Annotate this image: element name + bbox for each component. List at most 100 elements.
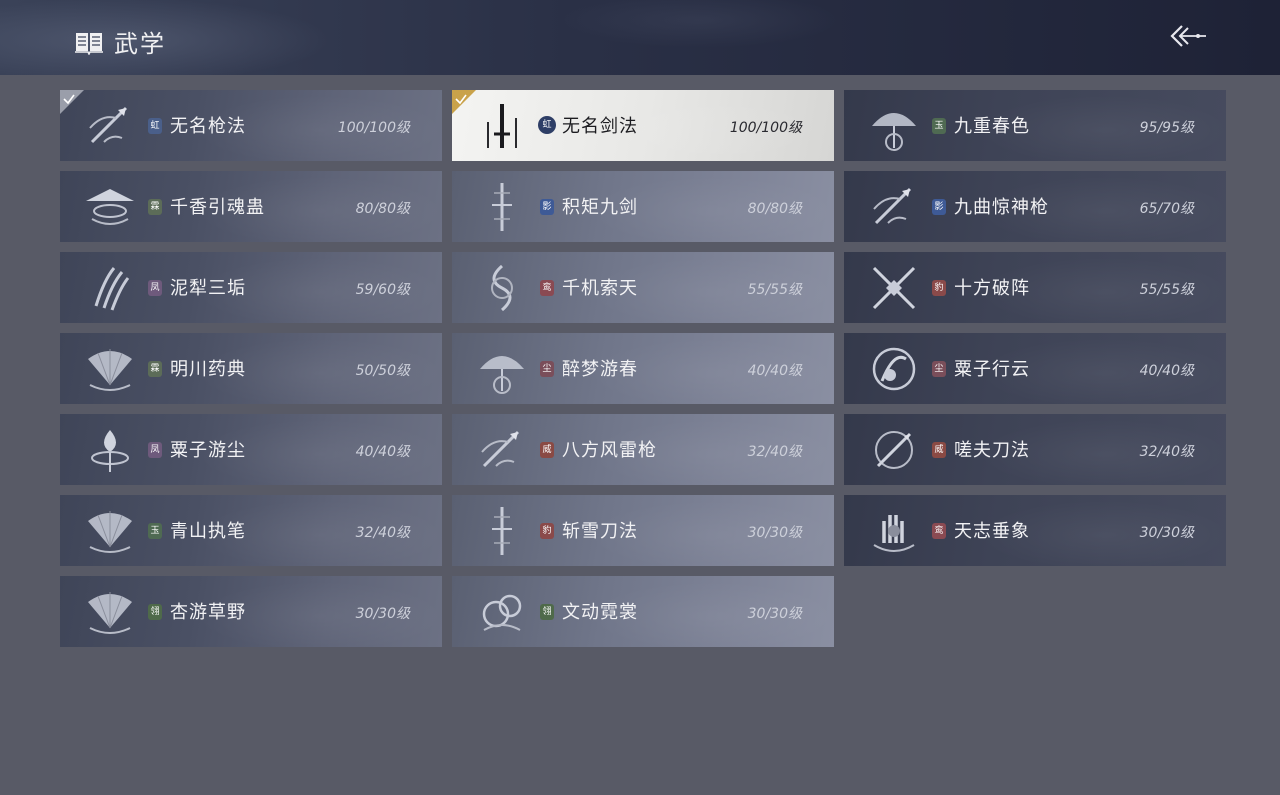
skill-card[interactable]: 威嗟夫刀法 32/40级 (844, 414, 1226, 485)
school-badge: 翎 (540, 604, 554, 620)
title-area: 武学 (74, 24, 166, 59)
umbrella-icon (480, 356, 524, 394)
blade-icon (492, 183, 512, 231)
skill-card[interactable]: 尘粟子行云 40/40级 (844, 333, 1226, 404)
skill-card[interactable]: 翎文动霓裳 30/30级 (452, 576, 834, 647)
skill-name: 粟子游尘 (170, 440, 246, 461)
skill-name: 嗟夫刀法 (954, 440, 1030, 461)
skill-card[interactable]: 凤泥犁三垢 59/60级 (60, 252, 442, 323)
page-title: 武学 (114, 30, 166, 58)
skill-level: 40/40级 (1139, 363, 1194, 379)
school-badge: 影 (932, 199, 946, 215)
spear-icon (873, 187, 912, 225)
skill-level: 80/80级 (355, 201, 410, 217)
school-badge: 尘 (932, 361, 946, 377)
school-badge: 霖 (148, 199, 162, 215)
skill-name: 天志垂象 (954, 521, 1030, 542)
school-badge: 虹 (538, 116, 556, 134)
skill-level: 100/100级 (729, 120, 802, 136)
skill-level: 59/60级 (355, 282, 410, 298)
cross-blades-icon (872, 266, 916, 310)
skill-name: 青山执笔 (170, 521, 246, 542)
sword-icon (487, 104, 517, 148)
skill-level: 95/95级 (1139, 120, 1194, 136)
skill-level: 30/30级 (1139, 525, 1194, 541)
top-bar: 武学 (0, 0, 1280, 75)
skill-level: 30/30级 (747, 606, 802, 622)
skill-card[interactable]: 翎杏游草野 30/30级 (60, 576, 442, 647)
skill-level: 80/80级 (747, 201, 802, 217)
skill-level: 32/40级 (747, 444, 802, 460)
skill-name: 杏游草野 (170, 602, 246, 623)
skill-card[interactable]: 玉九重春色 95/95级 (844, 90, 1226, 161)
blade-icon (492, 507, 512, 555)
school-badge: 翎 (148, 604, 162, 620)
skill-level: 55/55级 (1139, 282, 1194, 298)
back-arrow-icon[interactable] (1168, 20, 1208, 52)
saber-icon (875, 431, 913, 469)
skill-name: 九曲惊神枪 (954, 197, 1049, 218)
skill-level: 30/30级 (355, 606, 410, 622)
hand-icon (873, 515, 915, 552)
school-badge: 凤 (148, 280, 162, 296)
skill-card[interactable]: 影积矩九剑 80/80级 (452, 171, 834, 242)
skill-card[interactable]: 霖明川药典 50/50级 (60, 333, 442, 404)
skill-name: 明川药典 (170, 359, 246, 380)
fan-icon (88, 511, 132, 553)
skill-level: 30/30级 (747, 525, 802, 541)
ribbon-icon (482, 594, 522, 631)
claw-icon (94, 267, 130, 311)
swirl-icon (872, 347, 916, 391)
school-badge: 影 (540, 199, 554, 215)
skill-name: 文动霓裳 (562, 602, 638, 623)
skill-level: 100/100级 (337, 120, 410, 136)
skill-name: 千香引魂蛊 (170, 197, 265, 218)
skill-level: 55/55级 (747, 282, 802, 298)
skill-level: 32/40级 (355, 525, 410, 541)
book-icon (75, 32, 103, 55)
skill-level: 50/50级 (355, 363, 410, 379)
equipped-check-icon (60, 90, 84, 114)
skill-card[interactable]: 威八方风雷枪 32/40级 (452, 414, 834, 485)
skill-name: 泥犁三垢 (170, 278, 246, 299)
school-badge: 豹 (540, 523, 554, 539)
skill-level: 32/40级 (1139, 444, 1194, 460)
school-badge: 玉 (932, 118, 946, 134)
skill-name: 无名枪法 (170, 116, 246, 137)
skill-name: 无名剑法 (562, 116, 638, 137)
skill-name: 积矩九剑 (562, 197, 638, 218)
skill-card[interactable]: 影九曲惊神枪 65/70级 (844, 171, 1226, 242)
school-badge: 威 (540, 442, 554, 458)
skill-card[interactable]: 虹无名枪法 100/100级 (60, 90, 442, 161)
fan-icon (88, 592, 132, 634)
school-badge: 凤 (148, 442, 162, 458)
skill-name: 千机索天 (562, 278, 638, 299)
school-badge: 玉 (148, 523, 162, 539)
skill-name: 八方风雷枪 (562, 440, 657, 461)
skill-card[interactable]: 豹斩雪刀法 30/30级 (452, 495, 834, 566)
skill-name: 斩雪刀法 (562, 521, 638, 542)
school-badge: 威 (932, 442, 946, 458)
skill-card[interactable]: 霖千香引魂蛊 80/80级 (60, 171, 442, 242)
skill-card[interactable]: 鸾天志垂象 30/30级 (844, 495, 1226, 566)
spear-icon (481, 430, 520, 468)
equipped-check-icon (452, 90, 476, 114)
skill-card[interactable]: 尘醉梦游春 40/40级 (452, 333, 834, 404)
flame-icon (91, 430, 129, 472)
skill-level: 40/40级 (355, 444, 410, 460)
school-badge: 鸾 (932, 523, 946, 539)
skill-card[interactable]: 豹十方破阵 55/55级 (844, 252, 1226, 323)
skill-name: 九重春色 (954, 116, 1030, 137)
skill-level: 65/70级 (1139, 201, 1194, 217)
skill-name: 十方破阵 (954, 278, 1030, 299)
skill-card[interactable]: 虹无名剑法 100/100级 (452, 90, 834, 161)
skill-card[interactable]: 鸾千机索天 55/55级 (452, 252, 834, 323)
school-badge: 虹 (148, 118, 162, 134)
skill-card[interactable]: 凤粟子游尘 40/40级 (60, 414, 442, 485)
fan-icon (88, 349, 132, 391)
rope-icon (491, 264, 513, 312)
spear-icon (89, 106, 128, 144)
skill-name: 醉梦游春 (562, 359, 638, 380)
school-badge: 豹 (932, 280, 946, 296)
skill-card[interactable]: 玉青山执笔 32/40级 (60, 495, 442, 566)
